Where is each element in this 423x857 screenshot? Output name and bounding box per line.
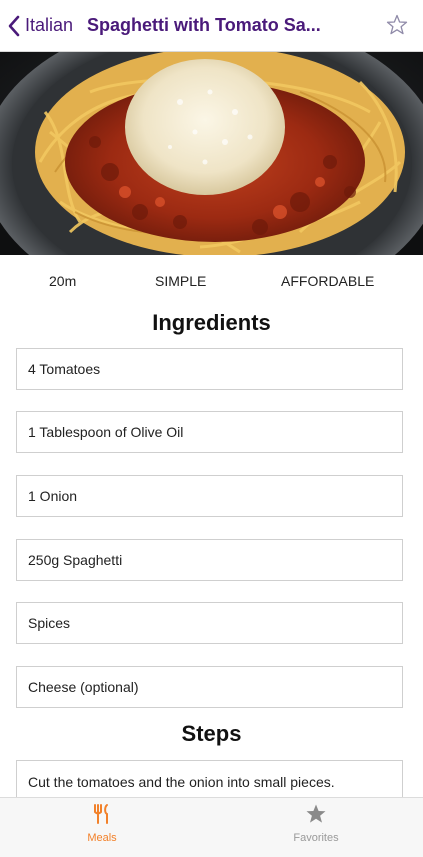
tab-bar: Meals Favorites — [0, 797, 423, 857]
meal-image — [0, 52, 423, 255]
ingredient-item: 1 Tablespoon of Olive Oil — [16, 411, 403, 453]
chevron-left-icon — [8, 15, 20, 36]
back-button[interactable]: Italian — [0, 0, 73, 52]
ingredient-item: Cheese (optional) — [16, 666, 403, 708]
back-label: Italian — [25, 15, 74, 35]
cutlery-icon — [94, 804, 108, 824]
duration-text: 20m — [49, 273, 77, 289]
complexity-text: SIMPLE — [155, 273, 207, 289]
ingredient-item: 1 Onion — [16, 475, 403, 517]
ingredient-item: Spices — [16, 602, 403, 644]
affordability-text: AFFORDABLE — [281, 273, 375, 289]
ingredient-item: 250g Spaghetti — [16, 539, 403, 581]
meal-photo — [0, 52, 423, 255]
star-outline-icon — [386, 14, 408, 35]
tab-meals-label: Meals — [87, 832, 117, 844]
ingredients-heading: Ingredients — [152, 310, 271, 335]
meal-details: 20m SIMPLE AFFORDABLE — [0, 270, 423, 294]
header-bar: Italian Spaghetti with Tomato Sa... — [0, 0, 423, 52]
tab-favorites[interactable]: Favorites — [246, 798, 386, 857]
tab-favorites-label: Favorites — [293, 832, 339, 844]
tab-meals[interactable]: Meals — [32, 798, 172, 857]
page-title: Spaghetti with Tomato Sa... — [87, 15, 321, 35]
ingredient-item: 4 Tomatoes — [16, 348, 403, 390]
favorite-button[interactable] — [385, 13, 409, 37]
steps-heading: Steps — [181, 721, 242, 746]
star-filled-icon — [306, 804, 326, 823]
